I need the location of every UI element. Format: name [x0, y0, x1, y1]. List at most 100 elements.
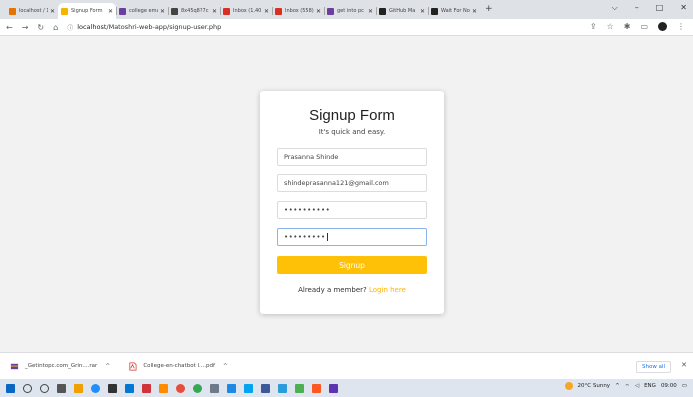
- share-icon[interactable]: ⇪: [590, 22, 597, 31]
- language-indicator[interactable]: ENG: [644, 383, 656, 389]
- download-item-archive[interactable]: _Getintopc.com_Grin....rar ^: [10, 362, 110, 371]
- office-icon[interactable]: [142, 383, 151, 393]
- info-icon[interactable]: ⓘ: [67, 23, 73, 32]
- profile-avatar[interactable]: [658, 22, 667, 31]
- browser-tab-strip: localhost / 1 ✕ Signup Form ✕ college ema ✕ 8x…: [0, 0, 693, 19]
- extensions-icon[interactable]: ✱: [624, 22, 631, 31]
- favicon-icon: [379, 7, 386, 15]
- reload-icon[interactable]: ↻: [37, 23, 44, 32]
- page-content: Signup Form It's quick and easy. Prasann…: [0, 36, 693, 352]
- app-icon[interactable]: [176, 383, 185, 393]
- page-subtitle: It's quick and easy.: [318, 128, 386, 136]
- tab-label: Signup Form: [71, 8, 103, 14]
- toolbar-actions: ⇪ ☆ ✱ ▭ ⋮: [590, 22, 685, 31]
- chevron-up-icon[interactable]: ^: [223, 363, 228, 370]
- home-icon[interactable]: ⌂: [53, 23, 58, 32]
- weather-text[interactable]: 20°C Sunny: [578, 383, 611, 389]
- browser-tab[interactable]: Inbox (1,40 ✕: [220, 3, 272, 19]
- network-icon[interactable]: ⌔: [625, 383, 630, 390]
- favicon-icon: [327, 7, 334, 15]
- browser-tab[interactable]: Signup Form ✕: [58, 3, 116, 19]
- notification-icon[interactable]: ▭: [682, 383, 687, 389]
- back-icon[interactable]: ←: [6, 23, 13, 32]
- browser-tab[interactable]: 8x45q8?7c ✕: [168, 3, 220, 19]
- browser-tab[interactable]: college ema ✕: [116, 3, 168, 19]
- search-icon[interactable]: [23, 383, 32, 393]
- chrome-icon[interactable]: [193, 383, 202, 393]
- close-tab-icon[interactable]: ✕: [212, 8, 217, 15]
- task-view-icon[interactable]: [57, 383, 66, 393]
- browser-tab[interactable]: GitHub Ma ✕: [376, 3, 428, 19]
- tab-label: Inbox (1,40: [233, 8, 262, 14]
- close-tab-icon[interactable]: ✕: [472, 8, 477, 15]
- edge-icon[interactable]: [91, 383, 100, 393]
- password-value: ••••••••••: [284, 206, 331, 214]
- app-icon[interactable]: [329, 383, 338, 393]
- tab-label: Wait For No: [441, 8, 470, 14]
- new-tab-button[interactable]: +: [485, 5, 493, 14]
- close-tab-icon[interactable]: ✕: [50, 8, 55, 15]
- member-text: Already a member?: [298, 286, 367, 294]
- tab-label: 8x45q8?7c: [181, 8, 209, 14]
- volume-icon[interactable]: ◁: [635, 383, 639, 389]
- chevron-down-icon[interactable]: ⌵: [612, 3, 618, 13]
- archive-icon: [10, 363, 19, 369]
- menu-icon[interactable]: ⋮: [677, 22, 685, 31]
- confirm-password-field[interactable]: •••••••••: [277, 228, 427, 246]
- show-all-button[interactable]: Show all: [635, 361, 671, 373]
- email-field[interactable]: shindeprasanna121@gmail.com: [277, 174, 427, 192]
- close-window-button[interactable]: ✕: [680, 3, 687, 13]
- favicon-icon: [275, 7, 282, 15]
- close-icon[interactable]: ✕: [681, 361, 687, 369]
- close-tab-icon[interactable]: ✕: [264, 8, 269, 15]
- download-item-pdf[interactable]: College-en-chatbot l....pdf ^: [128, 362, 228, 371]
- url-path: /Matoshri-web-app/signup-user.php: [106, 23, 222, 31]
- app-icon[interactable]: [159, 383, 168, 393]
- password-field[interactable]: ••••••••••: [277, 201, 427, 219]
- browser-tab[interactable]: get into pc ✕: [324, 3, 376, 19]
- signup-button[interactable]: Signup: [277, 256, 427, 274]
- confirm-password-value: •••••••••: [284, 233, 326, 241]
- app-icon[interactable]: [227, 383, 236, 393]
- app-icon[interactable]: [295, 383, 304, 393]
- cortana-icon[interactable]: [40, 383, 49, 393]
- close-tab-icon[interactable]: ✕: [160, 8, 165, 15]
- address-bar[interactable]: localhost/Matoshri-web-app/signup-user.p…: [77, 23, 221, 31]
- page-title: Signup Form: [309, 107, 395, 124]
- close-tab-icon[interactable]: ✕: [368, 8, 373, 15]
- app-icon[interactable]: [210, 383, 219, 393]
- system-tray: 20°C Sunny ^ ⌔ ◁ ENG 09:00 ▭: [564, 382, 687, 390]
- close-tab-icon[interactable]: ✕: [420, 8, 425, 15]
- pdf-icon: [129, 362, 137, 370]
- os-taskbar: 20°C Sunny ^ ⌔ ◁ ENG 09:00 ▭: [0, 379, 693, 397]
- file-explorer-icon[interactable]: [74, 383, 83, 393]
- name-field[interactable]: Prasanna Shinde: [277, 148, 427, 166]
- close-tab-icon[interactable]: ✕: [316, 8, 321, 15]
- windows-start-icon[interactable]: [6, 383, 15, 393]
- tab-label: get into pc: [337, 8, 364, 14]
- maximize-button[interactable]: □: [656, 3, 664, 13]
- forward-icon[interactable]: →: [22, 23, 29, 32]
- store-icon[interactable]: [108, 383, 117, 393]
- sidebar-icon[interactable]: ▭: [640, 22, 648, 31]
- tray-chevron-icon[interactable]: ^: [615, 383, 620, 389]
- tab-label: GitHub Ma: [389, 8, 416, 14]
- bookmark-star-icon[interactable]: ☆: [607, 22, 614, 31]
- app-icon[interactable]: [278, 383, 287, 393]
- mail-icon[interactable]: [125, 383, 134, 393]
- chevron-up-icon[interactable]: ^: [105, 363, 110, 370]
- app-icon[interactable]: [312, 383, 321, 393]
- favicon-icon: [61, 7, 68, 15]
- close-tab-icon[interactable]: ✕: [108, 8, 113, 15]
- browser-tab[interactable]: Inbox (558) ✕: [272, 3, 324, 19]
- app-icon[interactable]: [261, 383, 270, 393]
- minimize-button[interactable]: –: [635, 3, 639, 13]
- email-value: shindeprasanna121@gmail.com: [284, 179, 389, 187]
- browser-tab[interactable]: localhost / 1 ✕: [6, 3, 58, 19]
- login-link[interactable]: Login here: [369, 286, 406, 294]
- browser-tab[interactable]: Wait For No ✕: [428, 3, 480, 19]
- tab-label: localhost / 1: [19, 8, 48, 14]
- clock[interactable]: 09:00: [661, 383, 677, 389]
- app-icon[interactable]: [244, 383, 253, 393]
- downloads-bar: _Getintopc.com_Grin....rar ^ College-en-…: [0, 352, 693, 379]
